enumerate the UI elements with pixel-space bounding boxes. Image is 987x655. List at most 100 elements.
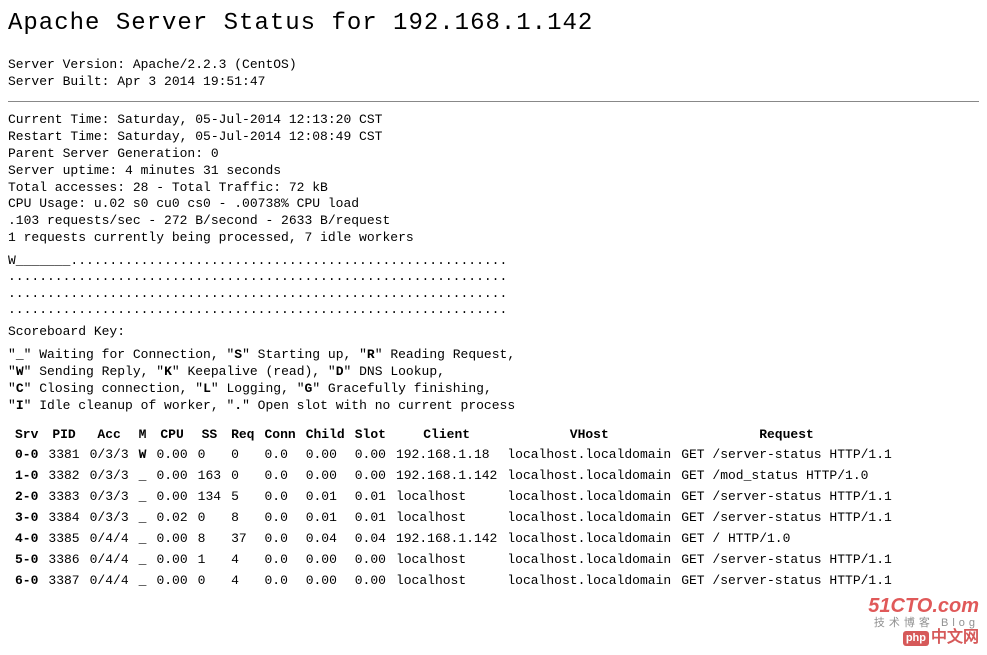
table-cell: 0.00: [153, 531, 190, 548]
table-cell: 0.0: [261, 468, 298, 485]
server-info-block: Server Version: Apache/2.2.3 (CentOS) Se…: [8, 57, 979, 91]
divider-1: [8, 101, 979, 102]
table-cell: 0.01: [303, 510, 348, 527]
table-cell: 0: [195, 447, 224, 464]
table-header-row: SrvPIDAccMCPUSSReqConnChildSlotClientVHo…: [12, 427, 895, 444]
server-built: Server Built: Apr 3 2014 19:51:47: [8, 74, 979, 91]
table-cell: 0.00: [153, 447, 190, 464]
table-row: 1-033820/3/3_0.0016300.00.000.00192.168.…: [12, 468, 895, 485]
table-cell: localhost.localdomain: [504, 447, 674, 464]
table-row: 4-033850/4/4_0.008370.00.040.04192.168.1…: [12, 531, 895, 548]
table-cell: 192.168.1.142: [393, 531, 500, 548]
table-cell: 0.00: [352, 447, 389, 464]
table-cell: localhost.localdomain: [504, 531, 674, 548]
table-row: 3-033840/3/3_0.02080.00.010.01localhostl…: [12, 510, 895, 527]
table-cell: 0.00: [153, 468, 190, 485]
table-cell: 134: [195, 489, 224, 506]
table-header-cell: Child: [303, 427, 348, 444]
table-cell: 0/3/3: [87, 468, 132, 485]
table-row: 2-033830/3/3_0.0013450.00.010.01localhos…: [12, 489, 895, 506]
table-cell: 0/3/3: [87, 447, 132, 464]
table-cell: GET /server-status HTTP/1.1: [678, 573, 895, 590]
table-header-cell: Conn: [261, 427, 298, 444]
table-cell: 0.0: [261, 552, 298, 569]
table-header-cell: Client: [393, 427, 500, 444]
table-cell: _: [136, 531, 150, 548]
table-cell: 0/4/4: [87, 552, 132, 569]
scoreboard: W_______................................…: [8, 253, 979, 318]
table-cell: _: [136, 552, 150, 569]
table-cell: 3386: [45, 552, 82, 569]
stats-line: Restart Time: Saturday, 05-Jul-2014 12:0…: [8, 129, 979, 146]
table-cell: 0/4/4: [87, 531, 132, 548]
table-cell: GET /server-status HTTP/1.1: [678, 489, 895, 506]
scoreboard-key-line: "W" Sending Reply, "K" Keepalive (read),…: [8, 364, 979, 381]
table-header-cell: Srv: [12, 427, 41, 444]
scoreboard-key-heading: Scoreboard Key:: [8, 324, 979, 341]
watermark: 51CTO.com 技术博客 Blog php中文网: [868, 595, 979, 647]
table-cell: 0.0: [261, 489, 298, 506]
watermark-prefix: php: [903, 631, 929, 645]
table-cell: localhost: [393, 489, 500, 506]
table-cell: 1-0: [12, 468, 41, 485]
table-cell: localhost.localdomain: [504, 468, 674, 485]
table-header-cell: Slot: [352, 427, 389, 444]
watermark-top: 51CTO.com: [868, 595, 979, 617]
table-header-cell: SS: [195, 427, 224, 444]
table-cell: 3381: [45, 447, 82, 464]
worker-table: SrvPIDAccMCPUSSReqConnChildSlotClientVHo…: [8, 423, 899, 594]
table-header-cell: CPU: [153, 427, 190, 444]
table-cell: 0.00: [153, 489, 190, 506]
table-cell: 0.04: [303, 531, 348, 548]
table-header-cell: Acc: [87, 427, 132, 444]
table-cell: 0.0: [261, 531, 298, 548]
table-cell: 8: [195, 531, 224, 548]
table-cell: W: [136, 447, 150, 464]
stats-line: .103 requests/sec - 272 B/second - 2633 …: [8, 213, 979, 230]
table-cell: GET /server-status HTTP/1.1: [678, 447, 895, 464]
table-cell: _: [136, 510, 150, 527]
table-cell: 3382: [45, 468, 82, 485]
table-cell: _: [136, 468, 150, 485]
stats-line: Server uptime: 4 minutes 31 seconds: [8, 163, 979, 180]
scoreboard-key-line: "I" Idle cleanup of worker, "." Open slo…: [8, 398, 979, 415]
table-cell: localhost: [393, 573, 500, 590]
table-cell: 0.00: [153, 573, 190, 590]
table-cell: 0-0: [12, 447, 41, 464]
table-cell: 0.00: [303, 552, 348, 569]
table-cell: 2-0: [12, 489, 41, 506]
table-cell: 5-0: [12, 552, 41, 569]
stats-line: 1 requests currently being processed, 7 …: [8, 230, 979, 247]
scoreboard-key-line: "_" Waiting for Connection, "S" Starting…: [8, 347, 979, 364]
table-cell: 192.168.1.142: [393, 468, 500, 485]
table-cell: 0.0: [261, 447, 298, 464]
table-cell: GET / HTTP/1.0: [678, 531, 895, 548]
watermark-bottom: php中文网: [868, 629, 979, 647]
table-cell: 37: [228, 531, 257, 548]
table-cell: 4-0: [12, 531, 41, 548]
table-cell: 3384: [45, 510, 82, 527]
table-cell: _: [136, 489, 150, 506]
table-cell: localhost.localdomain: [504, 510, 674, 527]
table-cell: 0.01: [303, 489, 348, 506]
page-title: Apache Server Status for 192.168.1.142: [8, 8, 979, 39]
stats-line: Total accesses: 28 - Total Traffic: 72 k…: [8, 180, 979, 197]
table-cell: 0.00: [352, 573, 389, 590]
table-cell: localhost.localdomain: [504, 489, 674, 506]
table-cell: 0.0: [261, 573, 298, 590]
table-cell: GET /mod_status HTTP/1.0: [678, 468, 895, 485]
table-cell: 0: [195, 510, 224, 527]
table-cell: 3385: [45, 531, 82, 548]
table-cell: 5: [228, 489, 257, 506]
table-cell: 0.00: [352, 468, 389, 485]
watermark-mid: 技术博客 Blog: [868, 617, 979, 629]
table-cell: localhost.localdomain: [504, 573, 674, 590]
table-cell: 3387: [45, 573, 82, 590]
table-cell: 0/3/3: [87, 489, 132, 506]
table-row: 5-033860/4/4_0.00140.00.000.00localhostl…: [12, 552, 895, 569]
table-cell: 0: [228, 447, 257, 464]
table-cell: 192.168.1.18: [393, 447, 500, 464]
scoreboard-key-block: "_" Waiting for Connection, "S" Starting…: [8, 347, 979, 415]
table-header-cell: VHost: [504, 427, 674, 444]
table-cell: 0.00: [303, 573, 348, 590]
